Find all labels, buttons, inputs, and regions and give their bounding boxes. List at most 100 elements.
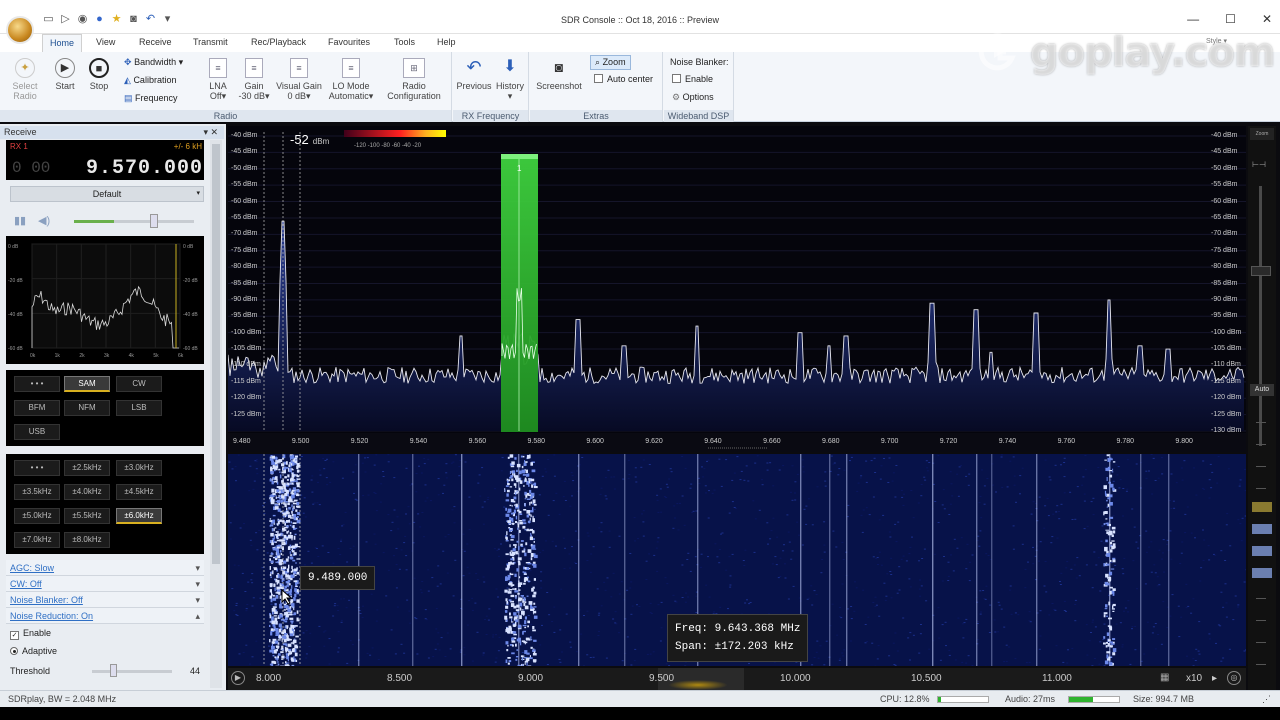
spectrum-display[interactable]: 1 bbox=[228, 126, 1246, 452]
level-slider-track[interactable] bbox=[1259, 186, 1262, 446]
waterfall-noise bbox=[653, 554, 656, 556]
waterfall-noise bbox=[337, 610, 340, 611]
bandwidth-button-4[interactable]: ±4.0kHz bbox=[64, 484, 110, 500]
waterfall-mode-icon[interactable]: ▦ bbox=[1160, 672, 1169, 683]
chevron-right-icon[interactable]: ▸ bbox=[1212, 673, 1217, 684]
resize-grip-icon[interactable]: ⋰ bbox=[1262, 694, 1271, 705]
bandwidth-button-8[interactable]: ±6.0kHz bbox=[116, 508, 162, 524]
auto-button[interactable]: Auto bbox=[1250, 384, 1274, 396]
mode-button-3[interactable]: BFM bbox=[14, 400, 60, 416]
receiver-channel-band[interactable] bbox=[501, 154, 538, 432]
strip-level-swatch[interactable] bbox=[1252, 546, 1272, 556]
play-circle-icon[interactable]: ▶ bbox=[231, 671, 245, 685]
tab-transmit[interactable]: Transmit bbox=[193, 37, 228, 47]
bandwidth-button-9[interactable]: ±7.0kHz bbox=[14, 532, 60, 548]
gain-dropdown[interactable]: ≡ Gain -30 dB▾ bbox=[236, 58, 272, 101]
tab-help[interactable]: Help bbox=[437, 37, 456, 47]
lo-mode-dropdown[interactable]: ≡ LO Mode Automatic▾ bbox=[326, 58, 376, 101]
bandwidth-button-1[interactable]: ±2.5kHz bbox=[64, 460, 110, 476]
tab-view[interactable]: View bbox=[96, 37, 115, 47]
waterfall-signal-9570 bbox=[532, 515, 534, 519]
adaptive-radio[interactable]: Adaptive bbox=[6, 642, 204, 660]
options-button[interactable]: ⚙ Options bbox=[672, 92, 714, 103]
waterfall-noise bbox=[859, 477, 862, 479]
preset-dropdown[interactable]: Default ▾ bbox=[10, 186, 204, 202]
volume-slider-thumb[interactable] bbox=[150, 214, 158, 228]
frequency-button[interactable]: ▤ Frequency bbox=[124, 93, 178, 104]
bandwidth-button-5[interactable]: ±4.5kHz bbox=[116, 484, 162, 500]
bandwidth-button-6[interactable]: ±5.0kHz bbox=[14, 508, 60, 524]
start-button[interactable]: ▶ Start bbox=[50, 58, 80, 91]
waterfall-carrier-line bbox=[976, 454, 978, 666]
mode-button-1[interactable]: SAM bbox=[64, 376, 110, 392]
level-slider-knob[interactable] bbox=[1251, 266, 1271, 276]
threshold-slider-thumb[interactable] bbox=[110, 664, 117, 677]
mode-button-0[interactable]: • • • bbox=[14, 376, 60, 392]
tab-tools[interactable]: Tools bbox=[394, 37, 415, 47]
agc-row[interactable]: AGC: Slow ▾ bbox=[6, 560, 204, 576]
waterfall-noise bbox=[1200, 567, 1203, 569]
scrollbar-thumb[interactable] bbox=[212, 144, 220, 564]
application-menu-button[interactable] bbox=[6, 16, 34, 44]
resize-icon[interactable]: ⊢⊣ bbox=[1252, 160, 1272, 170]
vfo-display[interactable]: RX 1 +/- 6 kH 0 00 9.570.000 bbox=[6, 140, 204, 180]
panel-scrollbar[interactable] bbox=[210, 140, 222, 688]
screenshot-button[interactable]: ◙ Screenshot bbox=[534, 58, 584, 91]
minimize-button[interactable]: — bbox=[1187, 12, 1199, 26]
bandwidth-button[interactable]: ✥ Bandwidth ▾ bbox=[124, 57, 183, 68]
strip-level-swatch[interactable] bbox=[1252, 524, 1272, 534]
zoom-button[interactable]: ⌕ Zoom bbox=[590, 55, 631, 70]
tab-rec-playback[interactable]: Rec/Playback bbox=[251, 37, 306, 47]
lna-dropdown[interactable]: ≡ LNA Off▾ bbox=[204, 58, 232, 101]
select-radio-button[interactable]: ✦ Select Radio bbox=[8, 58, 42, 101]
spectrum-plot[interactable]: 1 bbox=[228, 126, 1246, 452]
bandwidth-button-7[interactable]: ±5.5kHz bbox=[64, 508, 110, 524]
speaker-icon[interactable]: ◀) bbox=[38, 214, 50, 227]
waterfall-signal-9489 bbox=[270, 631, 273, 636]
bandwidth-button-3[interactable]: ±3.5kHz bbox=[14, 484, 60, 500]
close-button[interactable]: ✕ bbox=[1262, 12, 1272, 26]
strip-level-swatch[interactable] bbox=[1252, 568, 1272, 578]
nr-enable-checkbox[interactable]: ✓ Enable bbox=[6, 624, 204, 642]
db-label-right: -40 dBm bbox=[1211, 132, 1238, 139]
bandwidth-button-0[interactable]: • • • bbox=[14, 460, 60, 476]
enable-checkbox[interactable]: Enable bbox=[672, 74, 713, 84]
tab-home[interactable]: Home bbox=[42, 34, 83, 52]
visual-gain-dropdown[interactable]: ≡ Visual Gain 0 dB▾ bbox=[274, 58, 324, 101]
history-button[interactable]: ⬇ History ▾ bbox=[493, 58, 527, 101]
zoom-label[interactable]: Zoom bbox=[1250, 128, 1274, 140]
mode-button-6[interactable]: USB bbox=[14, 424, 60, 440]
auto-center-checkbox[interactable]: Auto center bbox=[594, 74, 653, 84]
waterfall-signal-9489 bbox=[290, 517, 294, 519]
waterfall-noise bbox=[424, 609, 427, 611]
mode-button-2[interactable]: CW bbox=[116, 376, 162, 392]
strip-level-swatch[interactable] bbox=[1252, 502, 1272, 512]
waterfall-noise bbox=[811, 664, 814, 666]
cw-row[interactable]: CW: Off ▾ bbox=[6, 576, 204, 592]
mode-button-4[interactable]: NFM bbox=[64, 400, 110, 416]
mode-button-5[interactable]: LSB bbox=[116, 400, 162, 416]
waterfall-signal-9489 bbox=[294, 533, 297, 536]
settings-circle-icon[interactable]: ◎ bbox=[1227, 671, 1241, 685]
stop-button[interactable]: ■ Stop bbox=[84, 58, 114, 91]
noise-blanker-row[interactable]: Noise Blanker: Off ▾ bbox=[6, 592, 204, 608]
maximize-button[interactable]: ☐ bbox=[1225, 12, 1236, 26]
waterfall-noise bbox=[943, 556, 945, 557]
panel-pin-icon[interactable]: ▾ ✕ bbox=[203, 126, 218, 139]
vfo-frequency[interactable]: 9.570.000 bbox=[86, 157, 203, 180]
threshold-slider-track[interactable] bbox=[92, 670, 172, 673]
bandwidth-button-10[interactable]: ±8.0kHz bbox=[64, 532, 110, 548]
radio-configuration-button[interactable]: ⊞ Radio Configuration bbox=[384, 58, 444, 101]
tab-receive[interactable]: Receive bbox=[139, 37, 172, 47]
waterfall-noise bbox=[418, 465, 420, 467]
waterfall-signal-9489 bbox=[269, 663, 272, 666]
meter-icon[interactable]: ▮▮ bbox=[14, 214, 26, 227]
tab-favourites[interactable]: Favourites bbox=[328, 37, 370, 47]
band-overview-bar[interactable]: ▶ 8.000 8.500 9.000 9.500 10.000 10.500 11.000… bbox=[228, 668, 1246, 690]
previous-button[interactable]: ↶ Previous bbox=[455, 58, 493, 91]
waterfall-noise bbox=[598, 612, 601, 614]
zoom-factor[interactable]: x10 bbox=[1186, 673, 1202, 684]
bandwidth-button-2[interactable]: ±3.0kHz bbox=[116, 460, 162, 476]
noise-reduction-row[interactable]: Noise Reduction: On ▴ bbox=[6, 608, 204, 624]
calibration-button[interactable]: ◭ Calibration bbox=[124, 75, 176, 86]
